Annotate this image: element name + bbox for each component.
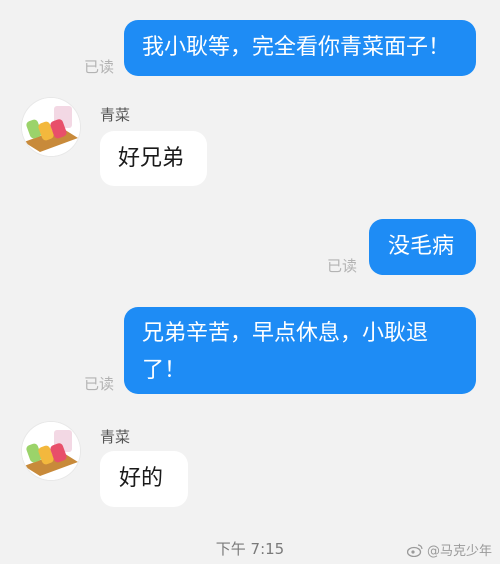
sender-name: 青菜 [100, 428, 131, 446]
contact-avatar[interactable] [22, 422, 80, 480]
message-bubble-outgoing[interactable]: 我小耿等，完全看你青菜面子！ [124, 20, 476, 76]
message-text-line: 了！ [142, 358, 187, 383]
message-text-line: 兄弟辛苦，早点休息，小耿退 [142, 321, 429, 346]
read-status: 已读 [84, 58, 115, 76]
message-text: 好的 [119, 466, 164, 491]
avatar-icon [22, 98, 80, 156]
message-text: 我小耿等，完全看你青菜面子！ [142, 35, 451, 60]
chat-window: 我小耿等，完全看你青菜面子！ 已读 青菜 好兄弟 没毛病 已读 兄弟辛苦，早点休… [0, 0, 500, 564]
watermark: @马克少年 [406, 540, 492, 559]
sender-name: 青菜 [100, 106, 131, 124]
avatar-icon [22, 422, 80, 480]
message-bubble-incoming[interactable]: 好兄弟 [100, 131, 207, 186]
message-text: 好兄弟 [118, 146, 185, 171]
watermark-text: @马克少年 [426, 544, 492, 559]
message-bubble-outgoing[interactable]: 没毛病 [369, 219, 476, 275]
read-status: 已读 [327, 257, 358, 275]
weibo-logo-icon [406, 543, 423, 557]
message-bubble-outgoing[interactable]: 兄弟辛苦，早点休息，小耿退 了！ [124, 307, 476, 394]
message-bubble-incoming[interactable]: 好的 [100, 451, 188, 507]
read-status: 已读 [84, 375, 115, 393]
contact-avatar[interactable] [22, 98, 80, 156]
message-text: 没毛病 [388, 234, 455, 259]
